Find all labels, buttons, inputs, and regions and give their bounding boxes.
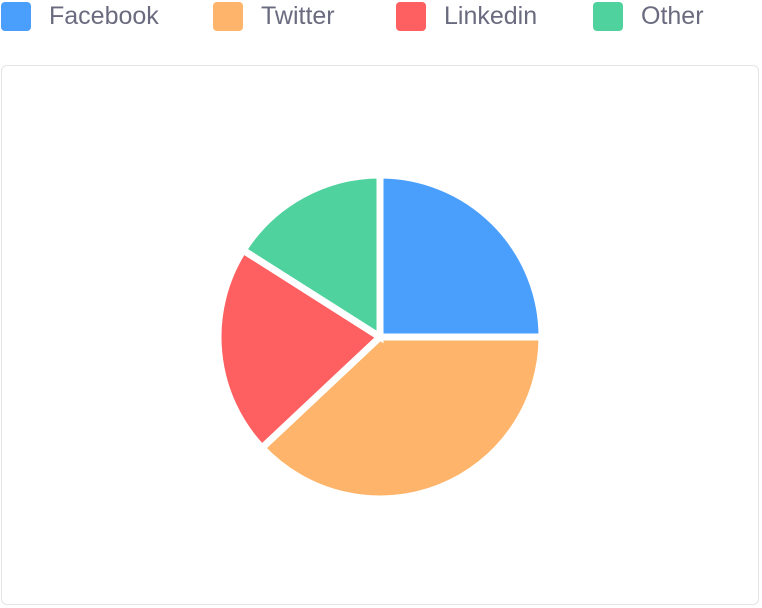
legend-item-linkedin[interactable]: Linkedin	[396, 0, 537, 32]
pie-slice-facebook[interactable]	[376, 171, 546, 341]
legend-swatch-twitter	[213, 1, 243, 31]
legend-swatch-other	[593, 1, 623, 31]
chart-legend: Facebook Twitter Linkedin Other	[0, 0, 762, 32]
legend-swatch-facebook	[1, 1, 31, 31]
legend-item-twitter[interactable]: Twitter	[213, 0, 335, 32]
legend-swatch-linkedin	[396, 1, 426, 31]
legend-item-other[interactable]: Other	[593, 0, 704, 32]
legend-label-twitter: Twitter	[261, 1, 335, 30]
legend-label-linkedin: Linkedin	[444, 1, 538, 30]
legend-label-other: Other	[641, 1, 704, 30]
legend-label-facebook: Facebook	[49, 1, 159, 30]
chart-card	[1, 65, 759, 605]
legend-item-facebook[interactable]: Facebook	[1, 0, 159, 32]
pie-chart	[214, 171, 546, 503]
